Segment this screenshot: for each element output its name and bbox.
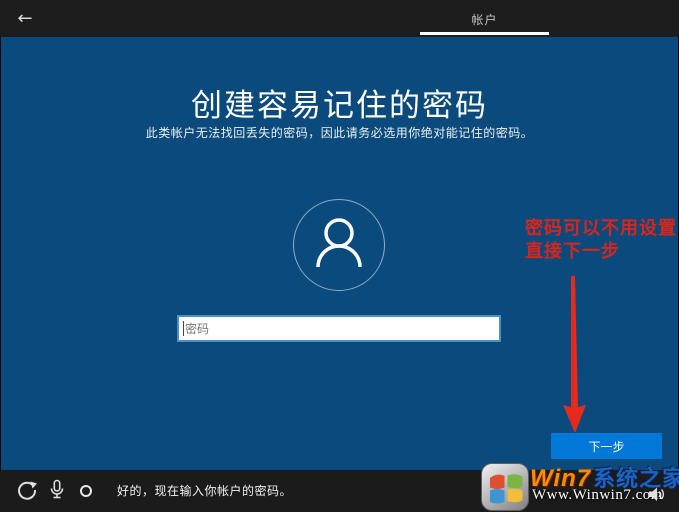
back-button[interactable]: ←	[10, 4, 40, 32]
annotation-line2: 直接下一步	[525, 240, 679, 263]
person-icon	[294, 200, 384, 290]
annotation-arrow-icon	[558, 276, 594, 436]
tab-active-indicator	[420, 32, 549, 35]
volume-icon	[648, 487, 667, 502]
page-subtitle: 此类帐户无法找回丢失的密码，因此请务必选用你绝对能记住的密码。	[0, 124, 679, 141]
password-field-wrap	[177, 315, 501, 342]
ease-of-access-button[interactable]	[14, 470, 40, 512]
back-arrow-icon: ←	[17, 8, 32, 29]
win7-logo-icon	[481, 463, 529, 511]
listening-indicator-icon	[80, 485, 92, 497]
page-title: 创建容易记住的密码	[0, 80, 679, 125]
tab-account: 帐户	[420, 0, 549, 37]
microphone-button[interactable]	[46, 470, 68, 512]
titlebar: ← 帐户	[0, 0, 679, 37]
volume-button[interactable]	[647, 487, 667, 503]
text-caret	[183, 321, 184, 336]
tab-account-label: 帐户	[471, 11, 497, 28]
password-input[interactable]	[177, 315, 501, 342]
watermark-url: Www.Winwin7.com	[532, 487, 663, 504]
oobe-setup-window: ← 帐户 创建容易记住的密码 此类帐户无法找回丢失的密码，因此请务必选用你绝对能…	[0, 0, 679, 512]
assistant-text: 好的，现在输入你帐户的密码。	[117, 470, 292, 512]
annotation-line1: 密码可以不用设置	[525, 217, 679, 240]
annotation-note: 密码可以不用设置 直接下一步	[525, 217, 679, 263]
microphone-icon	[47, 479, 67, 501]
ease-of-access-icon	[16, 479, 38, 501]
avatar	[293, 199, 385, 291]
next-button[interactable]: 下一步	[551, 433, 662, 459]
